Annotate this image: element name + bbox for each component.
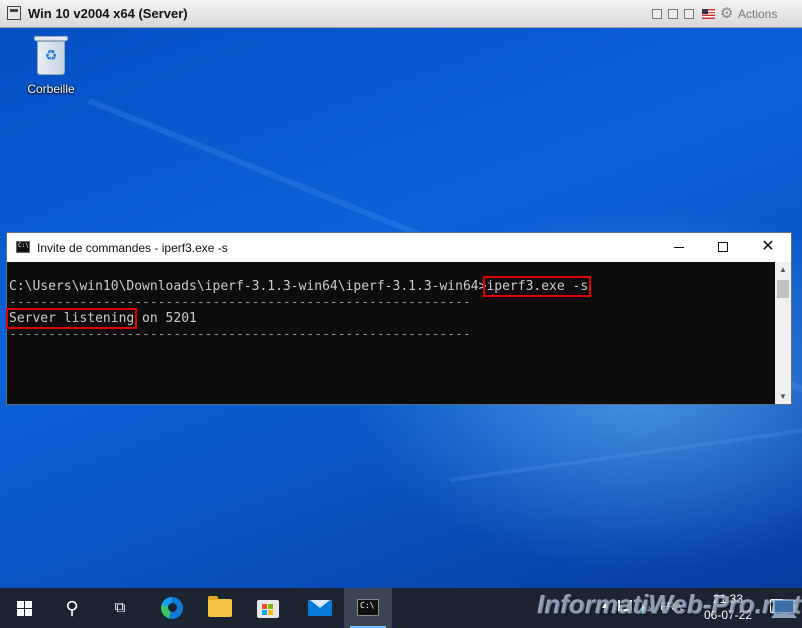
edge-icon [161, 597, 183, 619]
vm-titlebar: Win 10 v2004 x64 (Server) ⚙ Actions [0, 0, 802, 28]
scroll-up-icon[interactable]: ▲ [775, 265, 791, 274]
prompt-path: C:\Users\win10\Downloads\iperf-3.1.3-win… [9, 279, 487, 294]
recycle-bin-label: Corbeille [27, 82, 75, 96]
command-prompt-titlebar[interactable]: C:\ Invite de commandes - iperf3.exe -s … [7, 233, 791, 262]
console-line-command: C:\Users\win10\Downloads\iperf-3.1.3-win… [9, 276, 592, 297]
command-prompt-icon[interactable]: C:\ [16, 241, 30, 253]
store-taskbar-button[interactable] [244, 588, 292, 628]
vm-window-icon [7, 6, 21, 20]
console-line-status: Server listening on 5201 [5, 308, 197, 329]
site-watermark: InformatiWeb-Pro.net [538, 590, 802, 620]
command-prompt-window[interactable]: C:\ Invite de commandes - iperf3.exe -s … [5, 232, 792, 405]
vm-minimize-icon[interactable] [652, 9, 662, 19]
edge-taskbar-button[interactable] [148, 588, 196, 628]
wallpaper-light-beam [450, 408, 802, 482]
task-view-icon: ⧉ [114, 599, 126, 616]
highlighted-status: Server listening [5, 308, 138, 329]
mail-taskbar-button[interactable] [296, 588, 344, 628]
minimize-button[interactable] [656, 233, 702, 262]
task-view-button[interactable]: ⧉ [96, 588, 144, 628]
console-separator: ----------------------------------------… [9, 295, 471, 310]
command-prompt-icon: C:\ [357, 599, 379, 616]
console-output[interactable]: C:\Users\win10\Downloads\iperf-3.1.3-win… [5, 262, 775, 404]
gear-icon[interactable]: ⚙ [720, 6, 733, 21]
vertical-scrollbar[interactable]: ▲ ▼ [775, 262, 791, 404]
search-button[interactable]: ⚲ [48, 588, 96, 628]
recycle-bin-shortcut[interactable]: ♻ Corbeille [20, 36, 82, 96]
file-explorer-taskbar-button[interactable] [196, 588, 244, 628]
folder-icon [208, 596, 232, 617]
recycle-bin-icon: ♻ [33, 36, 69, 76]
command-prompt-taskbar-button[interactable]: C:\ [344, 588, 392, 628]
close-button[interactable]: ✕ [745, 233, 791, 262]
status-port-text: on 5201 [134, 311, 197, 326]
maximize-button[interactable] [700, 233, 746, 262]
highlighted-command: iperf3.exe -s [483, 276, 592, 297]
actions-menu[interactable]: Actions [738, 7, 777, 21]
search-icon: ⚲ [65, 598, 79, 618]
vm-title: Win 10 v2004 x64 (Server) [28, 6, 188, 21]
console-separator: ----------------------------------------… [9, 327, 471, 342]
window-title: Invite de commandes - iperf3.exe -s [37, 241, 228, 255]
vm-restore-icon[interactable] [668, 9, 678, 19]
scroll-down-icon[interactable]: ▼ [775, 392, 791, 401]
mail-icon [308, 600, 332, 616]
keyboard-layout-flag-icon[interactable] [702, 9, 715, 19]
start-button[interactable] [0, 588, 48, 628]
scrollbar-thumb[interactable] [777, 280, 789, 298]
laptop-logo-icon [771, 599, 797, 618]
store-icon [257, 600, 279, 618]
vm-fullscreen-icon[interactable] [684, 9, 694, 19]
